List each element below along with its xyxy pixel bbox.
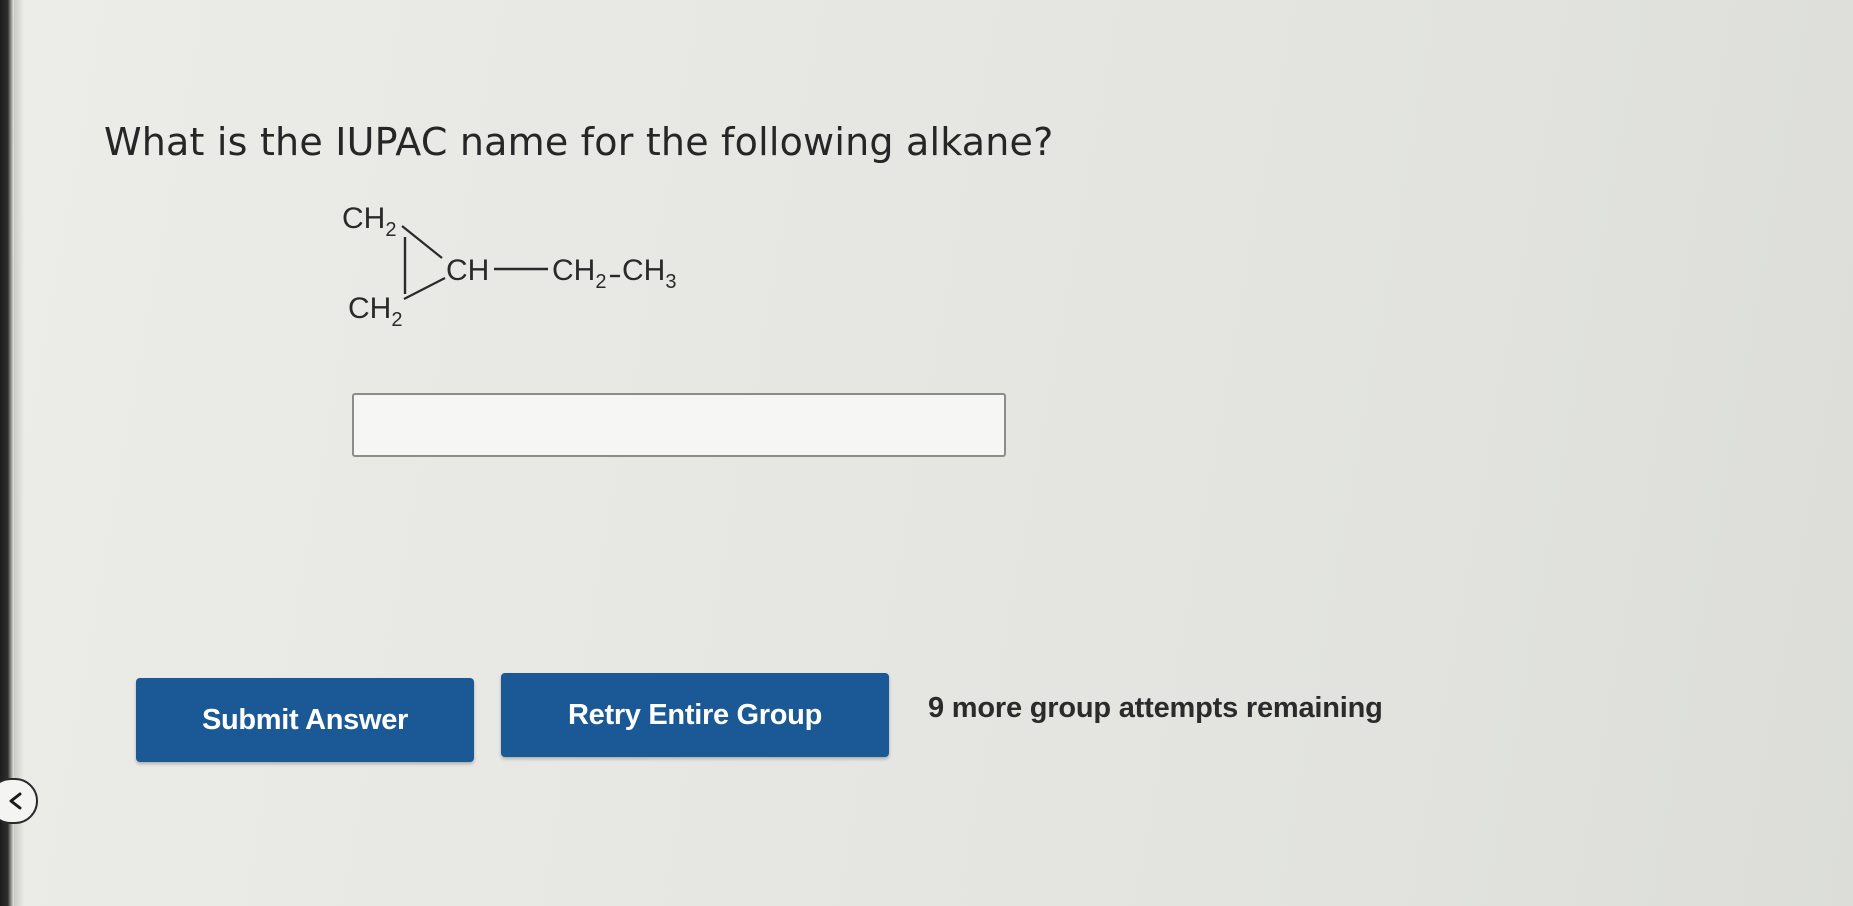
retry-entire-group-button[interactable]: Retry Entire Group — [501, 673, 889, 757]
submit-answer-button[interactable]: Submit Answer — [136, 678, 474, 762]
ring-top-ch2: CH2 — [342, 202, 396, 241]
ring-upper-bond — [401, 225, 443, 259]
structural-formula: CH2 CH2 CH CH2 CH3 — [342, 202, 676, 331]
ring-bottom-ch2: CH2 — [348, 292, 402, 331]
chevron-left-icon — [9, 792, 22, 810]
attempts-remaining-text: 9 more group attempts remaining — [928, 692, 1383, 724]
ethyl-ch3: CH3 — [622, 254, 676, 293]
ring-lower-bond — [403, 277, 446, 300]
ring-ch: CH — [446, 254, 489, 287]
question-text: What is the IUPAC name for the following… — [104, 120, 1054, 164]
ethyl-ch2: CH2 — [552, 254, 606, 293]
answer-input[interactable] — [352, 393, 1006, 457]
screen-edge-shadow — [14, 0, 24, 906]
back-tab[interactable] — [0, 778, 38, 824]
screen-bezel — [0, 0, 14, 906]
